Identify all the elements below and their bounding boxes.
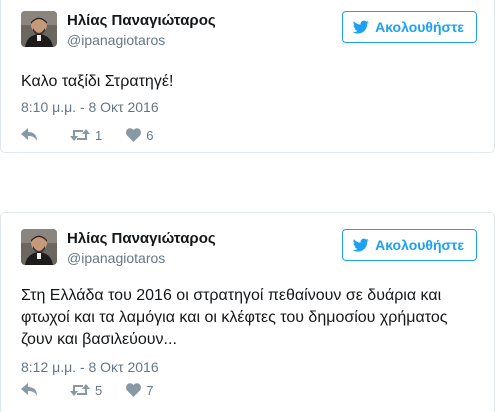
tweet-actions: 1 6: [21, 125, 177, 145]
reply-button[interactable]: [21, 383, 38, 397]
reply-button[interactable]: [21, 128, 38, 142]
tweet-timestamp[interactable]: 8:10 μ.μ. - 8 Οκτ 2016: [21, 99, 159, 115]
tweet-card: Ηλίας Παναγιώταρος @ipanagiotaros Ακολου…: [0, 0, 495, 153]
user-handle[interactable]: @ipanagiotaros: [67, 250, 165, 266]
tweet-card: Ηλίας Παναγιώταρος @ipanagiotaros Ακολου…: [0, 212, 495, 412]
like-count: 7: [146, 382, 154, 398]
retweet-button[interactable]: 1: [70, 128, 102, 143]
retweet-icon: [70, 128, 90, 142]
reply-icon: [21, 128, 38, 142]
avatar[interactable]: [21, 11, 57, 47]
heart-icon: [126, 128, 142, 142]
retweet-count: 5: [95, 382, 103, 398]
like-button[interactable]: 7: [126, 383, 153, 398]
tweet-header: Ηλίας Παναγιώταρος @ipanagiotaros Ακολου…: [21, 229, 477, 269]
tweet-text: Στη Ελλάδα του 2016 οι στρατηγοί πεθαίνο…: [21, 287, 448, 348]
avatar-image: [21, 229, 57, 265]
tweet-text: Καλο ταξίδι Στρατηγέ!: [21, 73, 174, 90]
user-name[interactable]: Ηλίας Παναγιώταρος: [67, 12, 216, 29]
follow-button[interactable]: Ακολουθήστε: [342, 11, 477, 43]
follow-button-label: Ακολουθήστε: [375, 237, 464, 253]
tweet-header: Ηλίας Παναγιώταρος @ipanagiotaros Ακολου…: [21, 11, 477, 51]
avatar-image: [21, 11, 57, 47]
like-count: 6: [146, 127, 154, 143]
twitter-bird-icon: [353, 19, 369, 35]
follow-button[interactable]: Ακολουθήστε: [342, 229, 477, 261]
tweet-actions: 5 7: [21, 380, 177, 400]
twitter-bird-icon: [353, 237, 369, 253]
like-button[interactable]: 6: [126, 128, 153, 143]
user-handle[interactable]: @ipanagiotaros: [67, 32, 165, 48]
retweet-count: 1: [95, 127, 103, 143]
avatar[interactable]: [21, 229, 57, 265]
retweet-button[interactable]: 5: [70, 383, 102, 398]
reply-icon: [21, 383, 38, 397]
tweet-timestamp[interactable]: 8:12 μ.μ. - 8 Οκτ 2016: [21, 359, 159, 375]
heart-icon: [126, 383, 142, 397]
user-name[interactable]: Ηλίας Παναγιώταρος: [67, 230, 216, 247]
follow-button-label: Ακολουθήστε: [375, 19, 464, 35]
retweet-icon: [70, 383, 90, 397]
